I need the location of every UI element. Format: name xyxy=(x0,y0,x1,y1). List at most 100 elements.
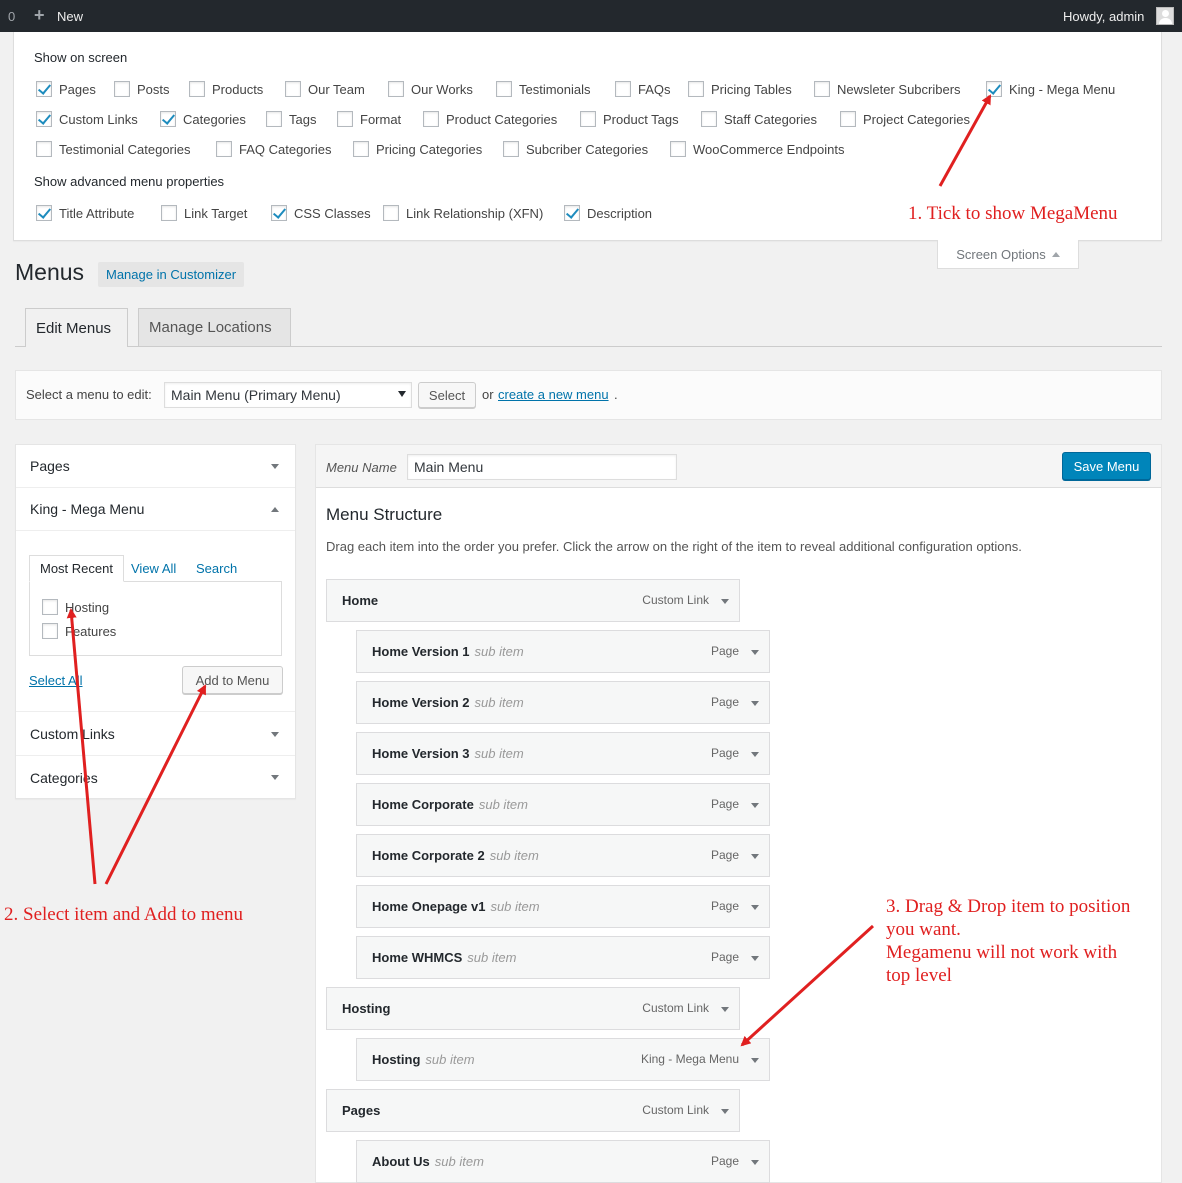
select-all-link[interactable]: Select All xyxy=(29,673,82,688)
screen-option-woocommerce-endpoints[interactable]: WooCommerce Endpoints xyxy=(670,141,845,157)
screen-option-subcriber-categories[interactable]: Subcriber Categories xyxy=(503,141,648,157)
screen-option-posts[interactable]: Posts xyxy=(114,81,170,97)
screen-option-testimonials[interactable]: Testimonials xyxy=(496,81,591,97)
checkbox-checked[interactable] xyxy=(564,205,580,221)
create-new-menu-link[interactable]: create a new menu xyxy=(498,387,609,402)
tab-manage-locations[interactable]: Manage Locations xyxy=(138,308,291,346)
chevron-down-icon[interactable] xyxy=(751,803,759,808)
advanced-option-link-relationship-xfn[interactable]: Link Relationship (XFN) xyxy=(383,205,543,221)
checkbox[interactable] xyxy=(353,141,369,157)
item-features[interactable]: Features xyxy=(42,623,116,639)
howdy-user[interactable]: Howdy, admin xyxy=(1063,9,1144,24)
checkbox[interactable] xyxy=(161,205,177,221)
menu-item-hosting[interactable]: Hosting sub item King - Mega Menu xyxy=(356,1038,770,1081)
checkbox[interactable] xyxy=(840,111,856,127)
screen-option-custom-links[interactable]: Custom Links xyxy=(36,111,138,127)
menu-item-about-us[interactable]: About Us sub item Page xyxy=(356,1140,770,1183)
checkbox-checked[interactable] xyxy=(36,205,52,221)
checkbox[interactable] xyxy=(189,81,205,97)
checkbox-checked[interactable] xyxy=(36,81,52,97)
advanced-option-title-attribute[interactable]: Title Attribute xyxy=(36,205,134,221)
chevron-down-icon[interactable] xyxy=(751,701,759,706)
accordion-king-mega-menu[interactable]: King - Mega Menu xyxy=(16,488,295,531)
screen-option-tags[interactable]: Tags xyxy=(266,111,316,127)
menu-item-home-version-1[interactable]: Home Version 1 sub item Page xyxy=(356,630,770,673)
checkbox[interactable] xyxy=(688,81,704,97)
new-link[interactable]: New xyxy=(57,9,83,24)
checkbox[interactable] xyxy=(580,111,596,127)
menu-name-input[interactable]: Main Menu xyxy=(407,454,677,480)
tab-edit-menus[interactable]: Edit Menus xyxy=(25,308,128,347)
checkbox[interactable] xyxy=(615,81,631,97)
screen-option-format[interactable]: Format xyxy=(337,111,401,127)
checkbox[interactable] xyxy=(285,81,301,97)
advanced-option-css-classes[interactable]: CSS Classes xyxy=(271,205,371,221)
menu-item-home-version-3[interactable]: Home Version 3 sub item Page xyxy=(356,732,770,775)
accordion-custom-links[interactable]: Custom Links xyxy=(16,713,295,756)
screen-option-king-mega-menu[interactable]: King - Mega Menu xyxy=(986,81,1115,97)
chevron-down-icon[interactable] xyxy=(751,1160,759,1165)
screen-option-our-works[interactable]: Our Works xyxy=(388,81,473,97)
plus-icon[interactable]: + xyxy=(34,6,45,24)
checkbox-checked[interactable] xyxy=(36,111,52,127)
screen-option-project-categories[interactable]: Project Categories xyxy=(840,111,970,127)
screen-option-products[interactable]: Products xyxy=(189,81,263,97)
screen-option-pricing-categories[interactable]: Pricing Categories xyxy=(353,141,482,157)
screen-option-faqs[interactable]: FAQs xyxy=(615,81,671,97)
item-hosting[interactable]: Hosting xyxy=(42,599,109,615)
screen-option-testimonial-categories[interactable]: Testimonial Categories xyxy=(36,141,191,157)
screen-option-newsleter-subcribers[interactable]: Newsleter Subcribers xyxy=(814,81,961,97)
menu-item-home-onepage-v1[interactable]: Home Onepage v1 sub item Page xyxy=(356,885,770,928)
advanced-option-description[interactable]: Description xyxy=(564,205,652,221)
screen-option-our-team[interactable]: Our Team xyxy=(285,81,365,97)
chevron-down-icon[interactable] xyxy=(721,599,729,604)
screen-option-staff-categories[interactable]: Staff Categories xyxy=(701,111,817,127)
chevron-down-icon[interactable] xyxy=(721,1109,729,1114)
avatar[interactable] xyxy=(1156,7,1174,25)
checkbox[interactable] xyxy=(42,599,58,615)
accordion-categories[interactable]: Categories xyxy=(16,756,295,799)
screen-option-pricing-tables[interactable]: Pricing Tables xyxy=(688,81,792,97)
menu-item-pages[interactable]: Pages Custom Link xyxy=(326,1089,740,1132)
save-menu-button[interactable]: Save Menu xyxy=(1062,452,1151,480)
checkbox-checked[interactable] xyxy=(160,111,176,127)
chevron-down-icon[interactable] xyxy=(751,956,759,961)
menu-select-dropdown[interactable]: Main Menu (Primary Menu) xyxy=(164,382,412,408)
checkbox[interactable] xyxy=(496,81,512,97)
manage-in-customizer-button[interactable]: Manage in Customizer xyxy=(98,262,245,287)
screen-option-categories[interactable]: Categories xyxy=(160,111,246,127)
tab-view-all[interactable]: View All xyxy=(131,561,176,576)
advanced-option-link-target[interactable]: Link Target xyxy=(161,205,247,221)
chevron-down-icon[interactable] xyxy=(751,752,759,757)
menu-item-home-whmcs[interactable]: Home WHMCS sub item Page xyxy=(356,936,770,979)
checkbox[interactable] xyxy=(503,141,519,157)
checkbox[interactable] xyxy=(114,81,130,97)
checkbox[interactable] xyxy=(383,205,399,221)
chevron-down-icon[interactable] xyxy=(751,1058,759,1063)
checkbox[interactable] xyxy=(42,623,58,639)
checkbox[interactable] xyxy=(814,81,830,97)
add-to-menu-button[interactable]: Add to Menu xyxy=(182,666,283,694)
checkbox[interactable] xyxy=(388,81,404,97)
chevron-down-icon[interactable] xyxy=(751,854,759,859)
tab-search[interactable]: Search xyxy=(196,561,237,576)
tab-most-recent[interactable]: Most Recent xyxy=(29,555,124,582)
checkbox[interactable] xyxy=(423,111,439,127)
checkbox[interactable] xyxy=(36,141,52,157)
screen-option-product-tags[interactable]: Product Tags xyxy=(580,111,679,127)
checkbox-checked[interactable] xyxy=(986,81,1002,97)
checkbox[interactable] xyxy=(266,111,282,127)
menu-item-home-corporate-2[interactable]: Home Corporate 2 sub item Page xyxy=(356,834,770,877)
menu-item-home[interactable]: Home Custom Link xyxy=(326,579,740,622)
checkbox[interactable] xyxy=(216,141,232,157)
checkbox[interactable] xyxy=(701,111,717,127)
select-button[interactable]: Select xyxy=(418,382,476,408)
screen-option-product-categories[interactable]: Product Categories xyxy=(423,111,557,127)
chevron-down-icon[interactable] xyxy=(751,905,759,910)
chevron-down-icon[interactable] xyxy=(751,650,759,655)
updates-count[interactable]: 0 xyxy=(8,9,15,24)
checkbox-checked[interactable] xyxy=(271,205,287,221)
screen-options-toggle[interactable]: Screen Options xyxy=(937,240,1079,269)
menu-item-home-version-2[interactable]: Home Version 2 sub item Page xyxy=(356,681,770,724)
chevron-down-icon[interactable] xyxy=(721,1007,729,1012)
